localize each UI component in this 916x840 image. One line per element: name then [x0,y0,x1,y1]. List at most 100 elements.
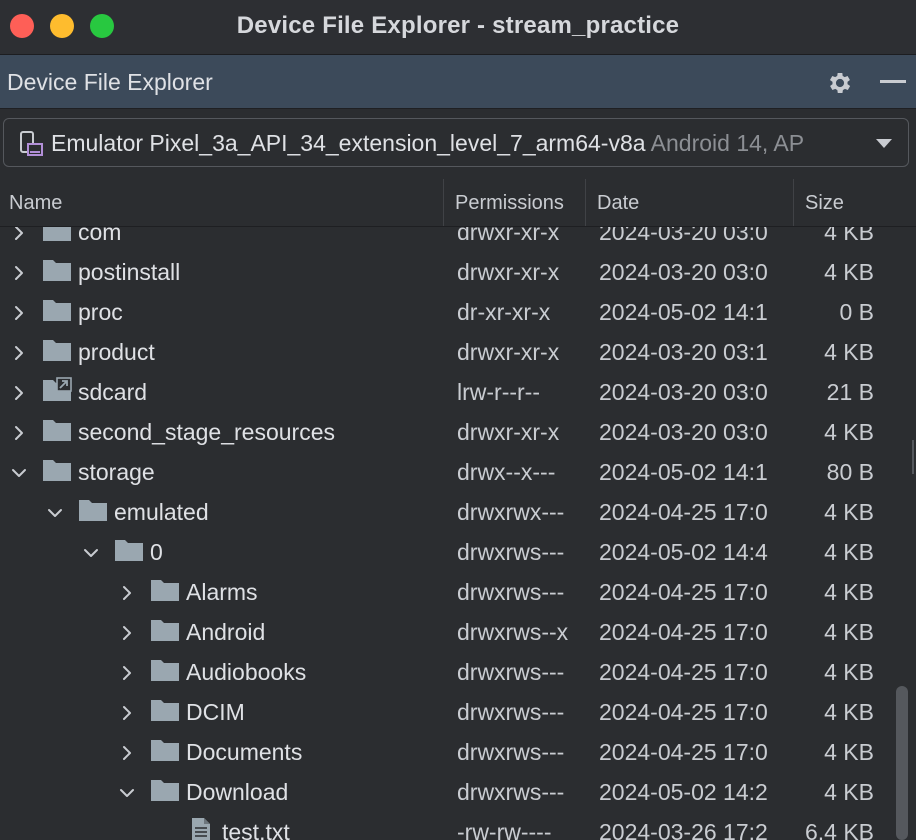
device-selector-label: Emulator Pixel_3a_API_34_extension_level… [51,130,804,157]
chevron-right-icon[interactable] [10,341,28,360]
row-permissions: drwxr-xr-x [457,419,560,445]
file-tree: com drwxr-xr-x 2024-03-20 03:0 4 KB postinst… [0,227,888,840]
folder-icon [42,457,72,483]
chevron-right-icon[interactable] [118,661,136,680]
table-row[interactable]: 0 drwxrws--- 2024-05-02 14:4 4 KB [0,530,888,570]
scrollbar-thumb[interactable] [896,686,908,840]
chevron-right-icon[interactable] [118,621,136,640]
row-date: 2024-04-25 17:0 [599,659,768,685]
folder-icon [42,257,72,283]
row-size: 4 KB [824,779,874,805]
row-permissions: drwxr-xr-x [457,259,560,285]
row-size: 4 KB [824,579,874,605]
table-row[interactable]: product drwxr-xr-x 2024-03-20 03:1 4 KB [0,330,888,370]
text-file-icon [186,817,216,840]
chevron-right-icon[interactable] [10,301,28,320]
table-row[interactable]: emulated drwxrwx--- 2024-04-25 17:0 4 KB [0,490,888,530]
column-header-size[interactable]: Size [805,192,844,215]
table-row[interactable]: Audiobooks drwxrws--- 2024-04-25 17:0 4 KB [0,650,888,690]
row-permissions: -rw-rw---- [457,819,552,840]
row-size: 0 B [839,299,874,325]
table-row[interactable]: storage drwx--x--- 2024-05-02 14:1 80 B [0,450,888,490]
chevron-right-icon[interactable] [118,701,136,720]
chevron-right-icon[interactable] [10,261,28,280]
chevron-right-icon[interactable] [118,581,136,600]
row-date: 2024-03-20 03:1 [599,339,768,365]
column-header-name[interactable]: Name [9,192,62,215]
row-date: 2024-03-26 17:2 [599,819,768,840]
row-size: 6.4 KB [804,819,874,840]
tool-window-header: Device File Explorer [0,55,916,109]
scroll-marker [912,440,914,474]
chevron-down-icon[interactable] [876,139,892,148]
folder-icon [150,617,180,643]
row-size: 4 KB [824,539,874,565]
chevron-right-icon[interactable] [10,227,28,240]
row-date: 2024-03-20 03:0 [599,379,768,405]
window-titlebar: Device File Explorer - stream_practice [0,0,916,55]
row-name: sdcard [78,379,148,405]
table-row[interactable]: proc dr-xr-xr-x 2024-05-02 14:1 0 B [0,290,888,330]
row-permissions: drwxrws--- [457,739,565,765]
table-row[interactable]: Download drwxrws--- 2024-05-02 14:2 4 KB [0,770,888,810]
column-header-permissions[interactable]: Permissions [455,192,564,215]
device-name: Emulator Pixel_3a_API_34_extension_level… [51,130,646,156]
table-row[interactable]: sdcard lrw-r--r-- 2024-03-20 03:0 21 B [0,370,888,410]
folder-icon [42,227,72,243]
row-permissions: drwxrws--- [457,659,565,685]
row-date: 2024-03-20 03:0 [599,419,768,445]
row-size: 4 KB [824,659,874,685]
folder-icon [150,777,180,803]
row-date: 2024-04-25 17:0 [599,499,768,525]
row-size: 21 B [826,379,874,405]
table-row[interactable]: test.txt -rw-rw---- 2024-03-26 17:2 6.4 KB [0,810,888,840]
row-name: DCIM [186,699,245,725]
row-name: proc [78,299,123,325]
table-row[interactable]: second_stage_resources drwxr-xr-x 2024-03-… [0,410,888,450]
chevron-right-icon[interactable] [10,421,28,440]
chevron-down-icon[interactable] [10,461,28,479]
row-name: product [78,339,155,365]
row-size: 4 KB [824,739,874,765]
row-date: 2024-03-20 03:0 [599,259,768,285]
row-permissions: dr-xr-xr-x [457,299,551,325]
row-date: 2024-05-02 14:1 [599,459,768,485]
row-name: emulated [114,499,209,525]
row-permissions: drwx--x--- [457,459,556,485]
folder-icon [150,577,180,603]
row-name: postinstall [78,259,181,285]
device-selector[interactable]: Emulator Pixel_3a_API_34_extension_level… [3,118,909,167]
column-divider[interactable] [443,179,444,226]
chevron-right-icon[interactable] [118,741,136,760]
chevron-down-icon[interactable] [118,781,136,799]
table-header: Name Permissions Date Size [0,179,916,227]
table-row[interactable]: postinstall drwxr-xr-x 2024-03-20 03:0 4 KB [0,250,888,290]
folder-icon [78,497,108,523]
row-permissions: drwxrws--- [457,579,565,605]
row-date: 2024-04-25 17:0 [599,619,768,645]
table-row[interactable]: Alarms drwxrws--- 2024-04-25 17:0 4 KB [0,570,888,610]
row-date: 2024-05-02 14:2 [599,779,768,805]
row-name: Audiobooks [186,659,307,685]
column-header-date[interactable]: Date [597,192,639,215]
chevron-right-icon[interactable] [10,381,28,400]
chevron-down-icon[interactable] [82,541,100,559]
table-row[interactable]: com drwxr-xr-x 2024-03-20 03:0 4 KB [0,227,888,250]
column-divider[interactable] [585,179,586,226]
tool-window-title: Device File Explorer [7,69,213,95]
row-size: 4 KB [824,259,874,285]
table-row[interactable]: DCIM drwxrws--- 2024-04-25 17:0 4 KB [0,690,888,730]
row-name: com [78,227,122,245]
column-divider[interactable] [793,179,794,226]
chevron-down-icon[interactable] [46,501,64,519]
window-title: Device File Explorer - stream_practice [236,12,680,39]
table-row[interactable]: Documents drwxrws--- 2024-04-25 17:0 4 KB [0,730,888,770]
row-size: 4 KB [824,699,874,725]
folder-icon [114,537,144,563]
device-icon [20,131,43,156]
gear-icon[interactable] [826,69,854,97]
folder-icon [150,697,180,723]
table-row[interactable]: Android drwxrws--x 2024-04-25 17:0 4 KB [0,610,888,650]
row-date: 2024-05-02 14:1 [599,299,768,325]
minimize-icon[interactable] [880,80,906,83]
